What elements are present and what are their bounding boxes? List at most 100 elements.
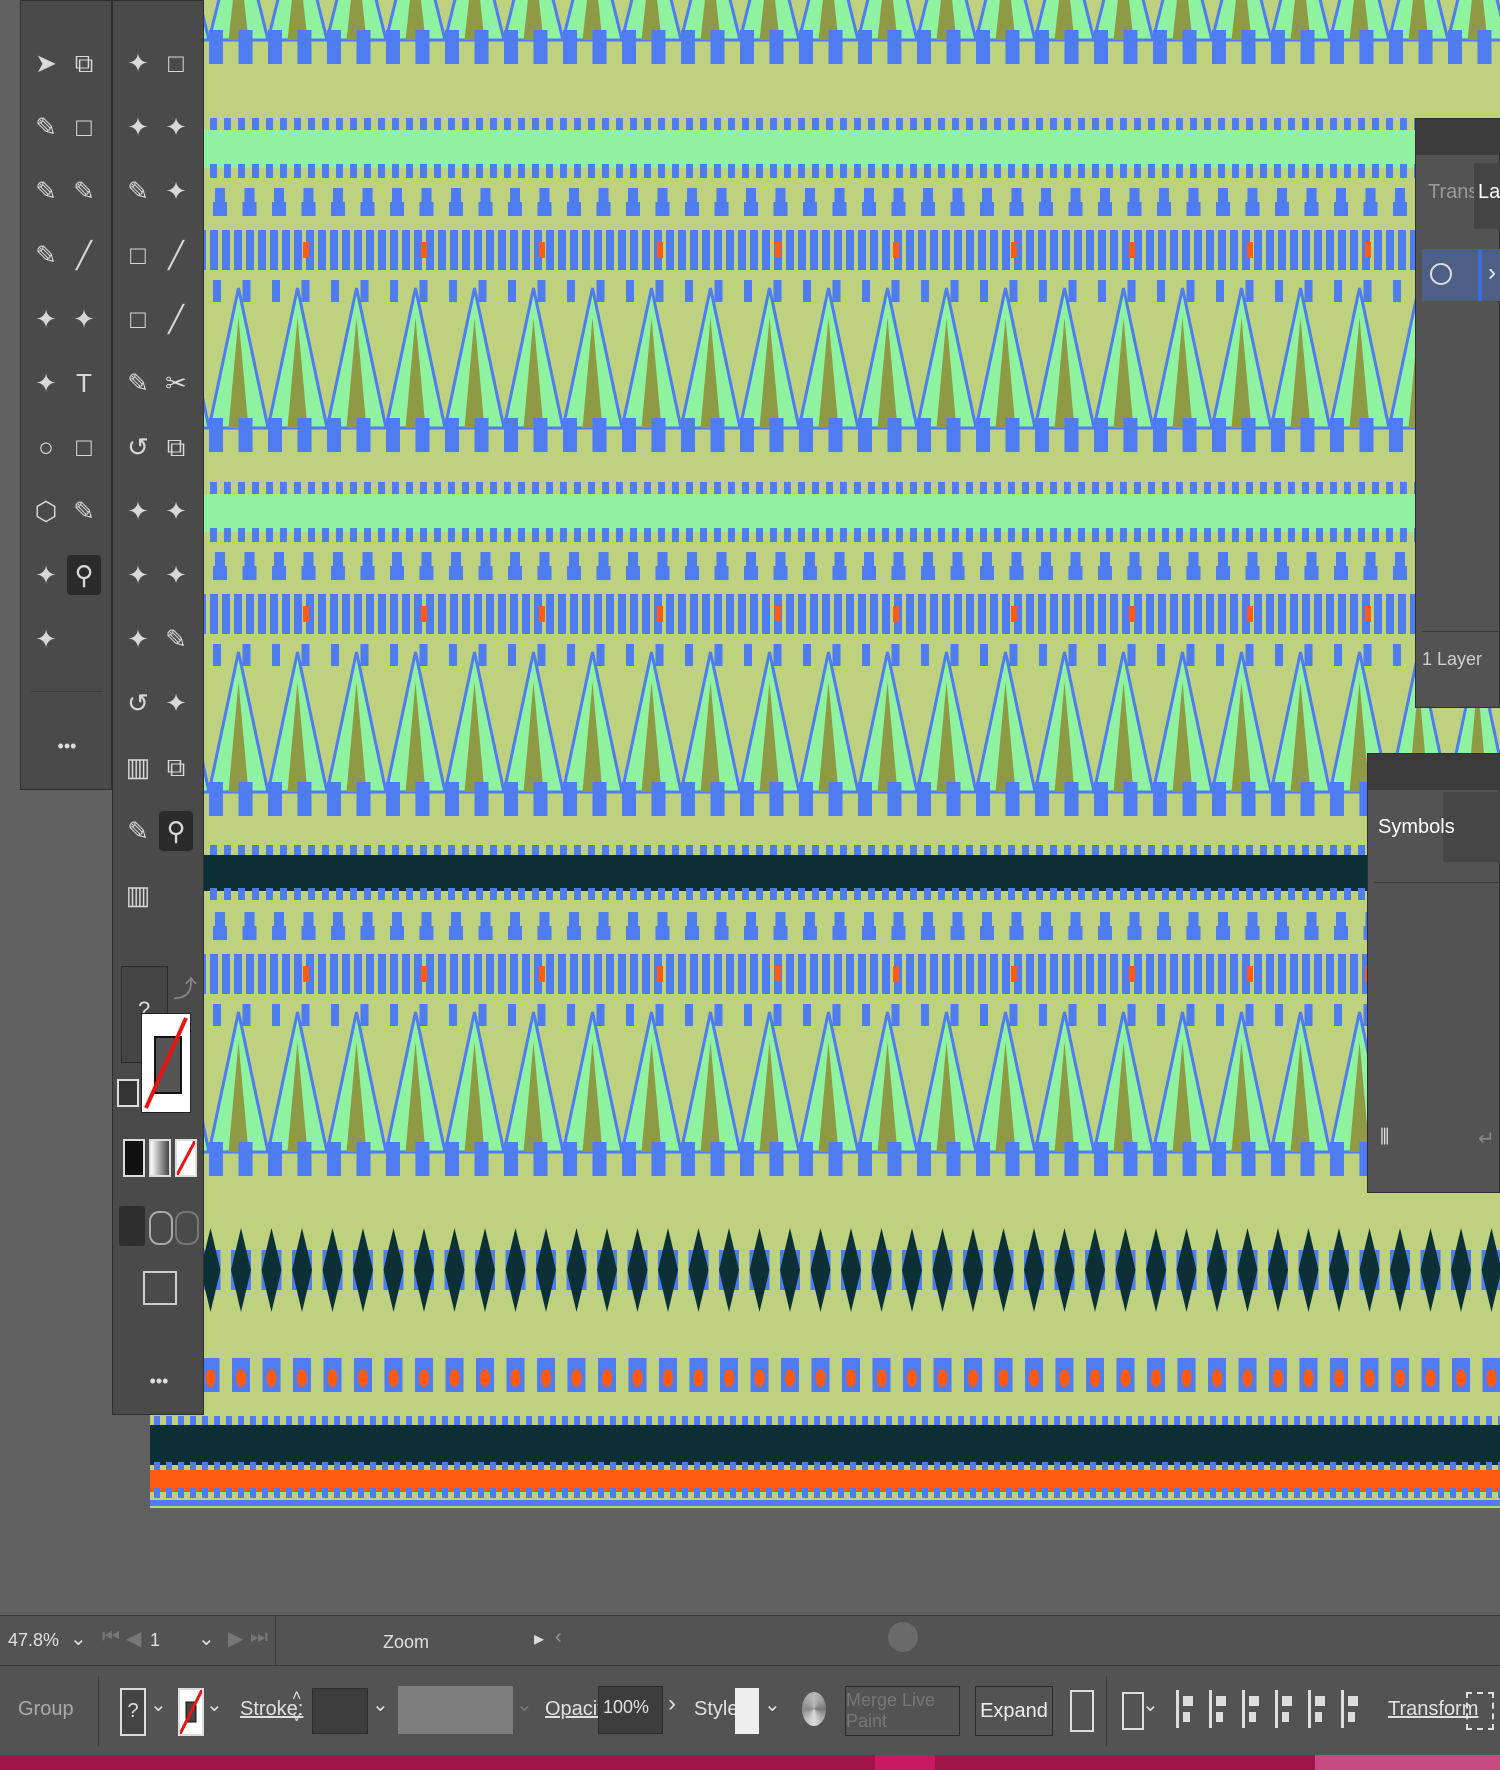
direct-select-plus-icon[interactable]: □ — [121, 235, 155, 275]
eyedropper-icon[interactable]: ✎ — [121, 811, 155, 851]
more-tools-button-2[interactable]: ••• — [113, 1371, 205, 1392]
stroke-weight-input[interactable] — [312, 1688, 368, 1734]
recolor-artwork-icon[interactable] — [802, 1692, 826, 1726]
pencil-icon[interactable]: ✎ — [121, 363, 155, 403]
tab-layers[interactable]: Laye — [1478, 181, 1500, 204]
fill-control[interactable]: ? — [120, 1688, 146, 1736]
line-segment-icon[interactable]: ╱ — [159, 299, 193, 339]
zoom-icon[interactable]: ⚲ — [159, 811, 193, 851]
more-tools-button[interactable]: ••• — [21, 736, 113, 757]
gradient-mode-icon[interactable] — [149, 1139, 171, 1177]
gradient-icon[interactable]: ✦ — [29, 619, 63, 659]
width-icon[interactable]: ✦ — [29, 555, 63, 595]
style-dropdown-icon[interactable]: ⌄ — [764, 1692, 781, 1717]
symbol-libraries-icon[interactable]: ⫴ — [1380, 1124, 1389, 1150]
free-transform-icon[interactable]: ✦ — [121, 555, 155, 595]
opacity-input[interactable]: 100% — [598, 1686, 663, 1734]
layer-row[interactable]: › — [1422, 249, 1500, 301]
opacity-arrow-icon[interactable]: › — [668, 1690, 676, 1718]
artboard-number[interactable]: 1 — [150, 1630, 160, 1651]
draw-normal-icon[interactable] — [119, 1206, 145, 1246]
variable-width-profile[interactable] — [398, 1686, 513, 1734]
screen-mode-icon[interactable] — [143, 1271, 177, 1305]
style-swatch[interactable] — [735, 1688, 759, 1734]
align-to-dropdown-icon[interactable]: ⌄ — [1142, 1692, 1159, 1717]
rectangle-icon[interactable]: □ — [67, 427, 101, 467]
profile-dropdown-icon[interactable]: ⌄ — [516, 1692, 533, 1717]
align-bottom-icon[interactable] — [1341, 1690, 1362, 1728]
isolate-group-icon[interactable] — [1466, 1692, 1494, 1730]
rounded-rect-icon[interactable]: □ — [121, 299, 155, 339]
ellipse-icon[interactable]: ○ — [29, 427, 63, 467]
canvas-area[interactable] — [0, 0, 1500, 1615]
draw-inside-icon[interactable] — [175, 1211, 199, 1245]
place-symbol-icon[interactable]: ↵ — [1478, 1126, 1495, 1151]
artboard-dropdown-icon[interactable]: ⌄ — [198, 1626, 215, 1651]
expand-layer-icon[interactable]: › — [1488, 259, 1496, 287]
arc-icon[interactable]: ╱ — [159, 235, 193, 275]
prev-artboard-icon[interactable]: ◀ — [126, 1626, 141, 1651]
shape-builder-icon[interactable]: ✦ — [29, 299, 63, 339]
warp-icon[interactable]: ✦ — [121, 491, 155, 531]
align-vcenter-icon[interactable] — [1308, 1690, 1329, 1728]
options-panel-icon[interactable] — [1070, 1690, 1094, 1732]
none-mode-icon[interactable] — [175, 1139, 197, 1177]
scroll-thumb[interactable] — [888, 1622, 918, 1652]
spray-icon[interactable]: ✦ — [159, 683, 193, 723]
perspective-icon[interactable]: ✦ — [29, 363, 63, 403]
rotate-icon[interactable]: ↺ — [121, 427, 155, 467]
scissors-icon[interactable]: ✂ — [159, 363, 193, 403]
stroke-control[interactable] — [178, 1688, 204, 1736]
align-left-icon[interactable] — [1176, 1690, 1197, 1728]
stroke-swatch[interactable] — [141, 1013, 191, 1113]
scale-icon[interactable]: ⧉ — [159, 427, 193, 467]
stroke-weight-dropdown-icon[interactable]: ⌄ — [372, 1692, 389, 1717]
visibility-eye-icon[interactable] — [1430, 263, 1452, 285]
align-right-icon[interactable] — [1242, 1690, 1263, 1728]
line-icon[interactable]: ╱ — [67, 235, 101, 275]
default-fill-stroke-icon[interactable] — [117, 1079, 139, 1107]
pencil-icon[interactable]: ✎ — [29, 171, 63, 211]
stroke-dropdown-icon[interactable]: ⌄ — [206, 1692, 223, 1717]
pen-icon[interactable]: ✎ — [121, 171, 155, 211]
type-icon[interactable]: T — [67, 363, 101, 403]
first-artboard-icon[interactable]: ⏮ — [102, 1626, 120, 1649]
status-menu-icon[interactable]: ▸ — [534, 1626, 544, 1651]
fill-dropdown-icon[interactable]: ⌄ — [150, 1692, 167, 1717]
transform-link[interactable]: Transform — [1388, 1698, 1478, 1721]
merge-live-paint-button[interactable]: Merge Live Paint — [845, 1686, 960, 1736]
artwork-pattern[interactable] — [150, 0, 1500, 1518]
direct-select-icon[interactable]: □ — [159, 43, 193, 83]
selection-icon[interactable]: ➤ — [29, 43, 63, 83]
align-to-icon[interactable] — [1122, 1692, 1144, 1730]
pen-icon[interactable]: ✎ — [67, 171, 101, 211]
draw-behind-icon[interactable] — [149, 1211, 173, 1245]
magic-wand-icon[interactable]: ✦ — [121, 43, 155, 83]
last-artboard-icon[interactable]: ⏭ — [250, 1626, 268, 1649]
color-mode-icon[interactable] — [123, 1139, 145, 1177]
align-top-icon[interactable] — [1275, 1690, 1296, 1728]
crop-icon[interactable]: ⧉ — [159, 747, 193, 787]
reflect-icon[interactable]: ✦ — [67, 299, 101, 339]
tab-symbols[interactable]: Symbols — [1378, 816, 1455, 839]
stroke-stepper-icon[interactable]: ˄ ˅ — [292, 1686, 301, 1730]
add-anchor-icon[interactable]: ✦ — [121, 107, 155, 147]
next-artboard-icon[interactable]: ▶ — [228, 1626, 243, 1651]
pen-tool-icon[interactable]: ✎ — [67, 491, 101, 531]
puppet-warp-icon[interactable]: ✦ — [159, 491, 193, 531]
zoom-level[interactable]: 47.8% — [8, 1630, 59, 1651]
align-hcenter-icon[interactable] — [1209, 1690, 1230, 1728]
symbol-sprayer-icon[interactable]: ✦ — [121, 619, 155, 659]
rotate-view-icon[interactable]: ↺ — [121, 683, 155, 723]
eraser-icon[interactable]: ✎ — [159, 619, 193, 659]
expand-button[interactable]: Expand — [975, 1686, 1053, 1736]
paintbrush-icon[interactable]: ✎ — [29, 107, 63, 147]
live-paint-icon[interactable]: ✦ — [159, 555, 193, 595]
direct-selection-icon[interactable]: □ — [67, 107, 101, 147]
swap-fill-stroke-icon[interactable]: ⤴ — [173, 969, 197, 1004]
column-graph-icon[interactable]: ▥ — [121, 747, 155, 787]
blob-brush-icon[interactable]: ✎ — [29, 235, 63, 275]
polygon-icon[interactable]: ⬡ — [29, 491, 63, 531]
anchor-convert-icon[interactable]: ✦ — [159, 107, 193, 147]
zoom-dropdown-icon[interactable]: ⌄ — [70, 1626, 87, 1651]
